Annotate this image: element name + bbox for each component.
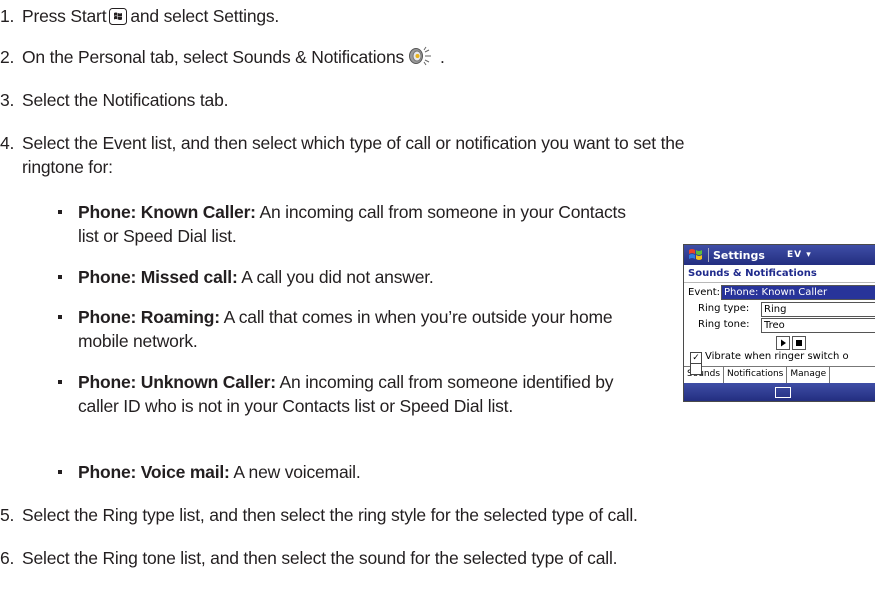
step-6: 6. Select the Ring tone list, and then se… [0,546,618,570]
tab-manage[interactable]: Manage [787,367,831,383]
bullet-marker [58,275,62,279]
title-separator [708,248,709,262]
device-screenshot: Settings EV ▾ Sounds & Notifications Eve… [683,244,875,402]
step-3: 3. Select the Notifications tab. [0,88,228,112]
status-indicators: EV ▾ [787,250,812,260]
stop-button[interactable] [792,336,806,350]
vibrate-off-checkbox[interactable] [690,363,702,375]
bullet-marker [58,470,62,474]
event-label: Event: [688,287,721,298]
step-4: 4. Select the Event list, and then select… [0,131,685,155]
ev-indicator: EV [786,250,803,260]
bullet-marker [58,210,62,214]
device-title-bar: Settings EV ▾ [684,245,875,265]
step-text: On the Personal tab, select Sounds & Not… [22,47,405,67]
device-subtitle: Sounds & Notifications [684,265,875,283]
bullet-desc: A call you did not answer. [241,267,434,287]
bullet-known-caller: Phone: Known Caller: An incoming call fr… [58,200,648,248]
bullet-term: Phone: Voice mail: [78,462,230,482]
device-tab-bar: Sounds Notifications Manage [684,366,875,383]
stop-icon [796,340,802,346]
step-5: 5. Select the Ring type list, and then se… [0,503,638,527]
step-2: 2. On the Personal tab, select Sounds & N… [0,45,445,72]
vibrate-on-label: Vibrate when ringer switch o [705,351,849,362]
step-text-end: and select Settings. [130,6,280,26]
bullet-voice-mail: Phone: Voice mail: A new voicemail. [58,460,648,484]
play-icon [781,339,786,347]
device-title: Settings [713,248,765,262]
step-text: Press Start [22,6,107,26]
step-number: 1. [0,6,15,26]
event-select[interactable]: Phone: Known Caller [721,285,875,300]
bullet-marker [58,315,62,319]
step-text-end: . [440,47,445,67]
start-flag-icon [109,7,128,31]
step-number: 3. [0,90,15,110]
step-number: 4. [0,133,15,153]
signal-icon: ▾ [806,250,812,260]
bullet-term: Phone: Missed call: [78,267,238,287]
step-text: Select the Notifications tab. [22,90,229,110]
step-number: 6. [0,548,15,568]
step-number: 2. [0,47,15,67]
keyboard-icon[interactable] [775,387,791,398]
bullet-marker [58,380,62,384]
tab-notifications[interactable]: Notifications [724,367,788,383]
ring-type-select[interactable]: Ring [761,302,875,317]
speaker-icon [407,46,437,72]
play-button[interactable] [776,336,790,350]
device-menu-bar [684,383,875,401]
step-text: Select the Ring type list, and then sele… [22,505,638,525]
step-1: 1. Press Start and select Settings. [0,4,279,31]
step-4-continuation: ringtone for: [22,157,113,177]
ring-tone-label: Ring tone: [698,319,750,330]
step-text: Select the Event list, and then select w… [22,133,685,153]
bullet-term: Phone: Roaming: [78,307,220,327]
bullet-roaming: Phone: Roaming: A call that comes in whe… [58,305,618,353]
ring-type-label: Ring type: [698,303,750,314]
step-number: 5. [0,505,15,525]
ring-tone-select[interactable]: Treo [761,318,875,333]
bullet-term: Phone: Known Caller: [78,202,256,222]
bullet-missed-call: Phone: Missed call: A call you did not a… [58,265,648,289]
windows-flag-icon [688,248,704,262]
bullet-unknown-caller: Phone: Unknown Caller: An incoming call … [58,370,658,418]
bullet-desc: A new voicemail. [233,462,361,482]
step-text: Select the Ring tone list, and then sele… [22,548,618,568]
bullet-term: Phone: Unknown Caller: [78,372,276,392]
